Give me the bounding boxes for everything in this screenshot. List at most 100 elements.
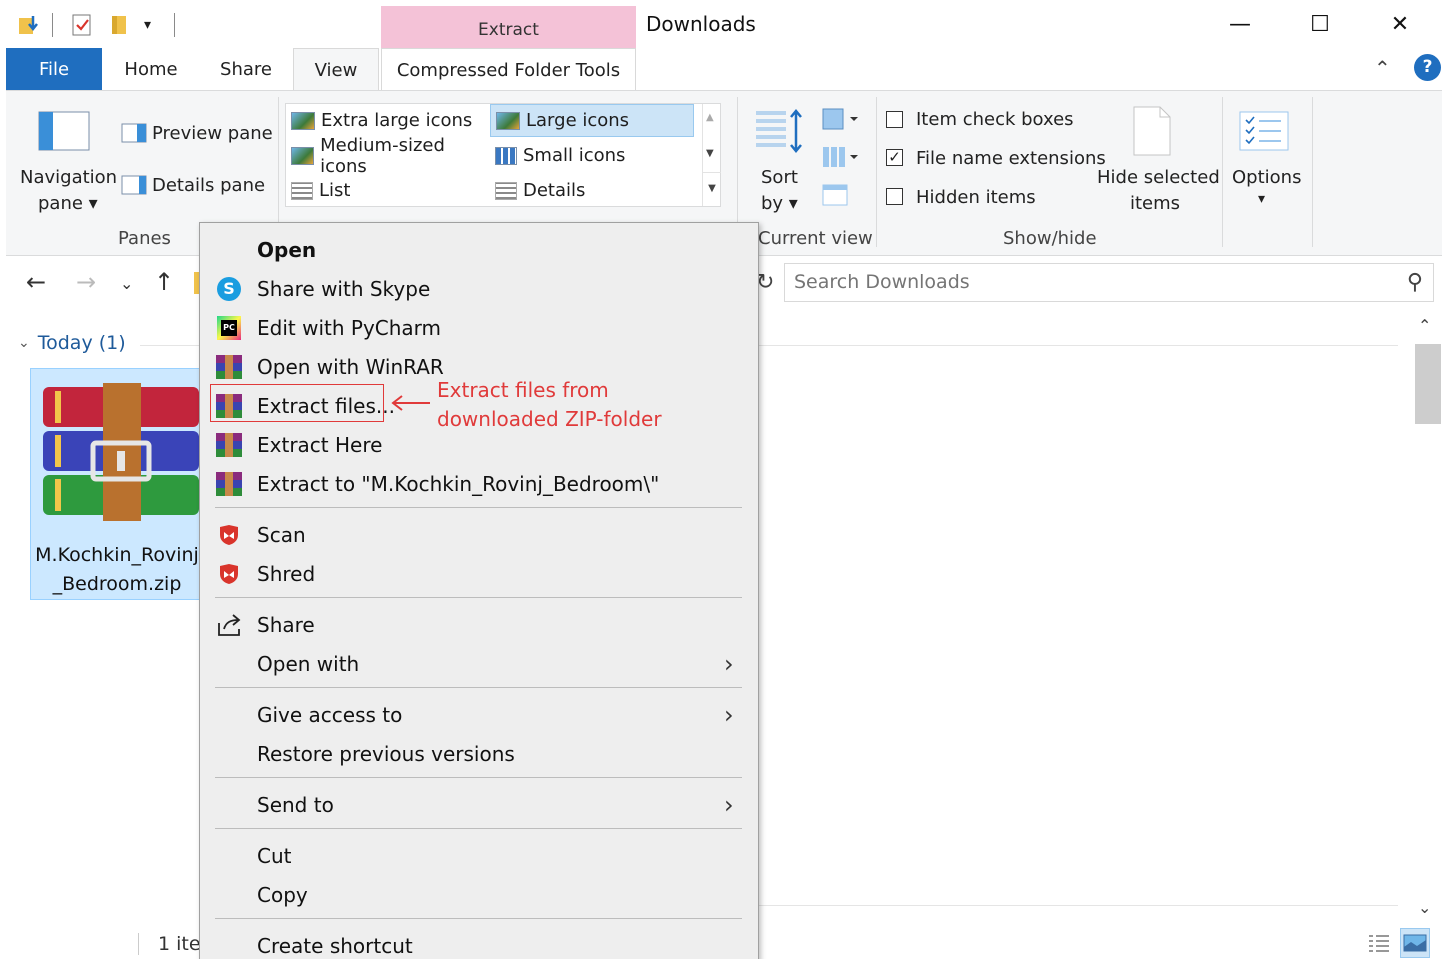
menu-item-send-to[interactable]: Send to › [200,786,758,824]
search-box[interactable]: ⚲ [784,263,1434,302]
file-name: M.Kochkin_Rovinj _Bedroom.zip [31,541,203,599]
scrollbar-thumb[interactable] [1415,344,1441,424]
panes-group-label: Panes [118,228,171,249]
options-icon[interactable] [1239,111,1291,155]
hide-selected-items-label-2[interactable]: items [1130,193,1180,214]
tab-share[interactable]: Share [206,48,286,90]
item-check-boxes-label[interactable]: Item check boxes [916,109,1074,130]
scroll-up-icon[interactable]: ▲ [706,112,714,123]
sort-by-label[interactable]: Sort [761,167,798,188]
search-icon[interactable]: ⚲ [1407,270,1423,295]
menu-item-shred[interactable]: Shred [200,555,758,593]
file-item-zip[interactable]: M.Kochkin_Rovinj _Bedroom.zip [30,368,202,600]
menu-item-open[interactable]: Open [200,231,758,269]
new-folder-icon[interactable] [108,10,132,40]
details-pane-button[interactable]: Details pane [152,175,265,196]
tab-view[interactable]: View [293,48,379,91]
menu-item-share-with-skype[interactable]: S Share with Skype [200,270,758,308]
menu-item-cut[interactable]: Cut [200,837,758,875]
quick-access-down-icon[interactable] [16,10,42,40]
collapse-chevron-icon[interactable]: ⌄ [18,335,30,351]
menu-separator [215,918,742,919]
item-check-boxes-checkbox[interactable] [886,111,903,128]
scroll-up-icon[interactable]: ⌃ [1418,316,1431,335]
options-dropdown-icon[interactable]: ▾ [1258,191,1265,207]
recent-locations-chevron-icon[interactable]: ⌄ [120,274,133,293]
annotation-line-1: Extract files from [437,378,609,402]
hidden-items-checkbox[interactable] [886,188,903,205]
ribbon-collapse-icon[interactable]: ⌃ [1374,56,1391,80]
navigation-pane-button[interactable]: pane ▾ [38,193,98,214]
tab-file[interactable]: File [6,48,102,90]
hide-selected-items-label[interactable]: Hide selected [1097,167,1220,188]
add-columns-icon[interactable] [821,145,861,173]
menu-item-edit-with-pycharm[interactable]: Edit with PyCharm [200,309,758,347]
toolbar-divider [174,13,175,37]
menu-label: Restore previous versions [257,742,515,766]
list-icon [291,181,313,200]
customize-qat-dropdown-icon[interactable]: ▾ [144,10,151,40]
layout-label: Extra large icons [321,110,473,131]
maximize-button[interactable]: ☐ [1300,8,1340,40]
navigation-pane-icon[interactable] [38,111,90,155]
details-view-icon[interactable] [1364,928,1394,958]
file-name-extensions-checkbox[interactable]: ✓ [886,149,903,166]
forward-arrow-icon[interactable]: → [76,268,96,296]
menu-label: Edit with PyCharm [257,316,442,340]
navigation-pane-label[interactable]: Navigation [20,167,117,188]
layout-small-icons[interactable]: Small icons [490,139,694,172]
close-button[interactable]: ✕ [1380,8,1420,40]
menu-item-extract-to-folder[interactable]: Extract to "M.Kochkin_Rovinj_Bedroom\" [200,465,758,503]
scroll-down-icon[interactable]: ⌄ [1418,898,1431,917]
size-columns-icon[interactable] [821,183,851,211]
sort-by-button[interactable]: by ▾ [761,193,798,214]
hide-selected-items-icon[interactable] [1132,105,1172,161]
sort-by-icon[interactable] [754,107,804,161]
annotation-text: Extract files from downloaded ZIP-folder [437,376,662,434]
up-arrow-icon[interactable]: ↑ [154,268,174,296]
extract-context-tab[interactable]: Extract [381,6,636,48]
group-header-today[interactable]: ⌄ Today (1) [18,332,126,354]
menu-separator [215,507,742,508]
layout-extra-large-icons[interactable]: Extra large icons [286,104,490,137]
layout-label: Small icons [523,145,626,166]
group-divider [1222,97,1223,247]
layout-list[interactable]: List [286,174,490,207]
preview-pane-button[interactable]: Preview pane [152,123,273,144]
menu-label: Open with [257,652,360,676]
minimize-button[interactable]: — [1220,8,1260,40]
group-divider [876,97,877,247]
menu-label: Open [257,238,317,262]
tab-compressed-folder-tools[interactable]: Compressed Folder Tools [381,48,636,91]
menu-item-create-shortcut[interactable]: Create shortcut [200,927,758,959]
layout-medium-icons[interactable]: Medium-sized icons [286,135,490,177]
layout-large-icons[interactable]: Large icons [490,104,694,137]
options-button[interactable]: Options [1232,167,1301,188]
back-arrow-icon[interactable]: ← [26,268,46,296]
scroll-down-icon[interactable]: ▼ [706,148,714,159]
status-item-count: 1 ite [158,933,201,955]
group-by-icon[interactable] [821,107,861,135]
menu-item-share[interactable]: Share [200,606,758,644]
winrar-icon [216,471,242,497]
menu-item-scan[interactable]: Scan [200,516,758,554]
properties-icon[interactable] [70,10,94,40]
vertical-scrollbar[interactable]: ⌃ ⌄ [1412,316,1442,924]
menu-label: Cut [257,844,292,868]
layout-details[interactable]: Details [490,174,694,207]
layout-label: Details [523,180,586,201]
large-icons-view-icon[interactable] [1400,928,1430,958]
search-input[interactable] [794,271,1384,293]
menu-separator [215,597,742,598]
file-name-extensions-label[interactable]: File name extensions [916,148,1106,169]
menu-item-copy[interactable]: Copy [200,876,758,914]
tab-home[interactable]: Home [110,48,192,90]
menu-label: Create shortcut [257,934,413,958]
help-icon[interactable]: ? [1414,54,1441,81]
hidden-items-label[interactable]: Hidden items [916,187,1036,208]
menu-item-give-access-to[interactable]: Give access to › [200,696,758,734]
layout-expand-icon[interactable]: ▼ [703,172,721,205]
menu-item-restore-previous-versions[interactable]: Restore previous versions [200,735,758,773]
pycharm-icon [216,315,242,341]
menu-item-open-with[interactable]: Open with › [200,645,758,683]
